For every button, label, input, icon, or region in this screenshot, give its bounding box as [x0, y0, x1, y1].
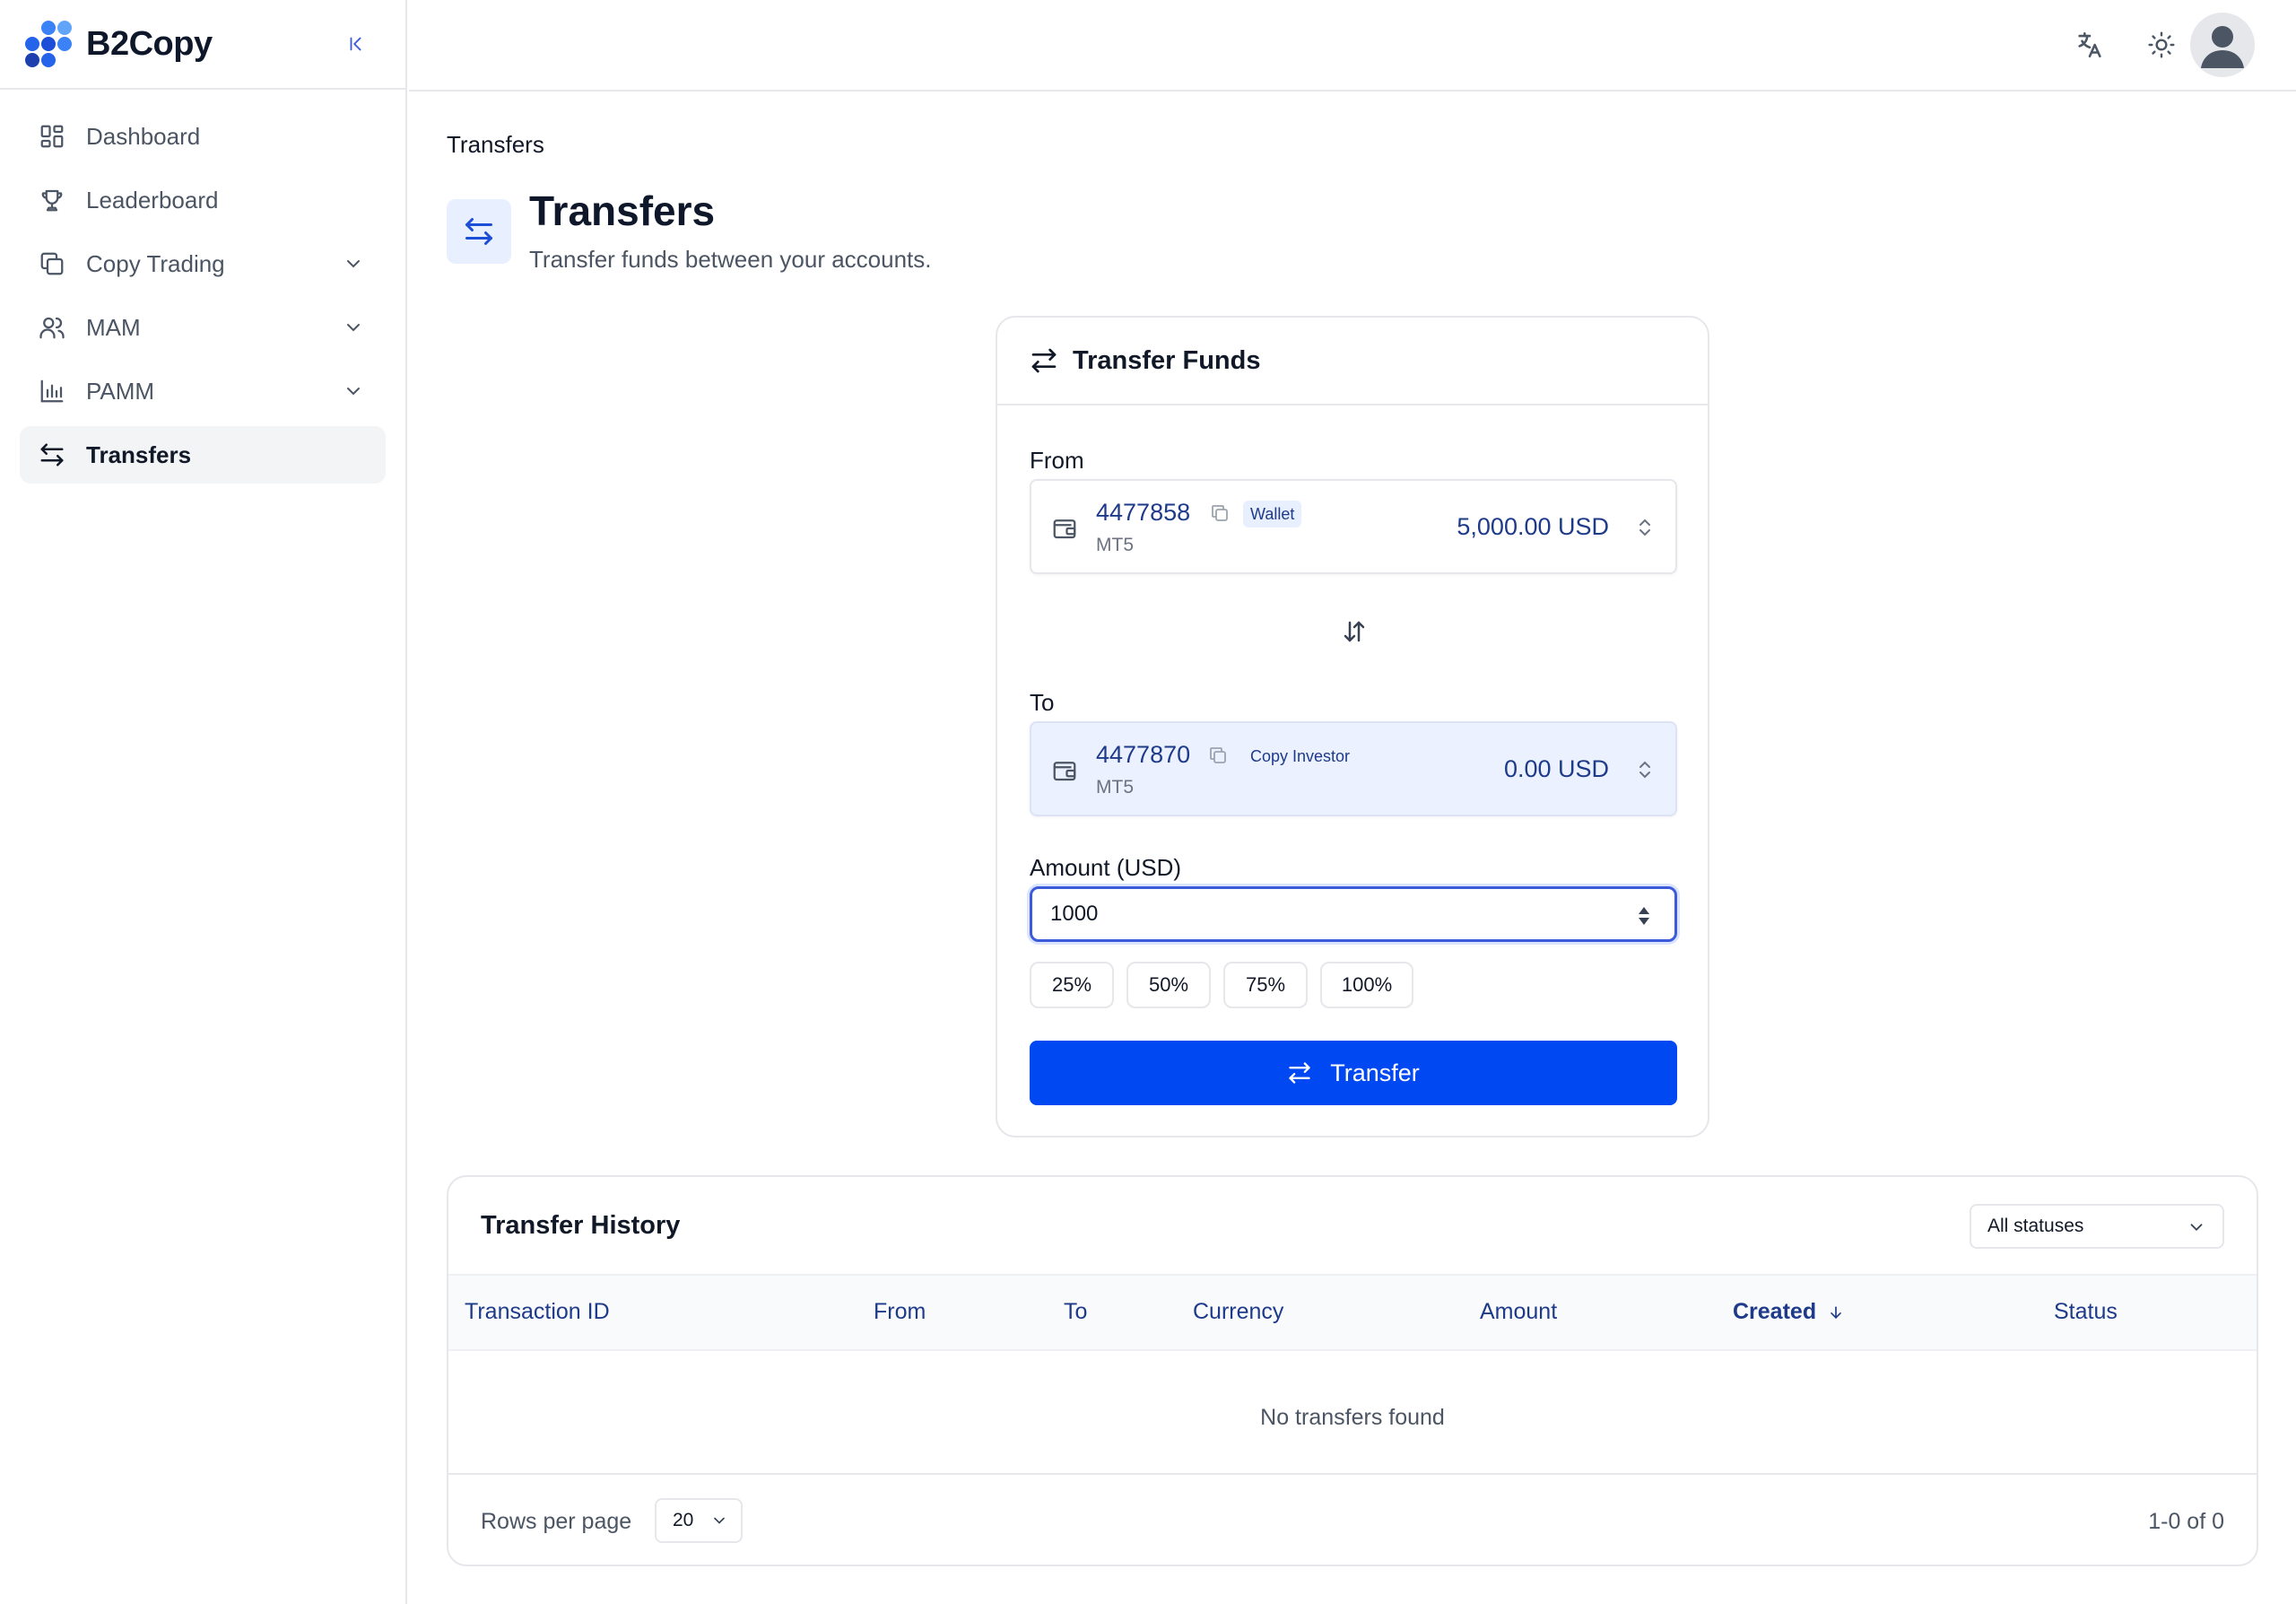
swap-vertical-icon: [1344, 621, 1365, 642]
from-label: From: [1030, 447, 1084, 474]
amount-input[interactable]: [1030, 886, 1677, 942]
to-account-balance: 0.00 USD: [1503, 755, 1609, 782]
sidebar-item-copy-trading[interactable]: Copy Trading: [20, 235, 386, 292]
number-stepper-icon[interactable]: [1634, 904, 1654, 928]
column-currency[interactable]: Currency: [1193, 1299, 1283, 1325]
sidebar-item-pamm[interactable]: PAMM: [20, 362, 386, 420]
trophy-icon: [38, 186, 66, 214]
rows-per-page-value: 20: [673, 1510, 694, 1530]
transfer-icon: [1031, 348, 1057, 373]
breadcrumb: Transfers: [447, 131, 544, 158]
brand-name: B2Copy: [86, 24, 213, 63]
chevron-down-icon: [347, 260, 360, 268]
from-account-select[interactable]: 4477858 Wallet MT5 5,000.00 USD: [1030, 479, 1677, 574]
account-type-badge: Copy Investor: [1250, 747, 1351, 765]
sidebar-item-mam[interactable]: MAM: [20, 299, 386, 356]
collapse-icon: [350, 37, 361, 51]
brand-logo: [25, 21, 72, 67]
copy-account-icon[interactable]: [1209, 502, 1231, 524]
from-account-balance: 5,000.00 USD: [1457, 513, 1609, 540]
copy-icon: [38, 249, 66, 278]
avatar[interactable]: [2190, 13, 2255, 77]
column-from[interactable]: From: [874, 1299, 926, 1325]
theme-toggle-button[interactable]: [2144, 27, 2179, 63]
brand: B2Copy: [0, 0, 405, 90]
table-header: Transaction ID From To Currency Amount C…: [448, 1274, 2257, 1351]
transfer-submit-button[interactable]: Transfer: [1030, 1041, 1677, 1105]
sidebar-item-dashboard[interactable]: Dashboard: [20, 108, 386, 165]
wallet-icon: [1053, 519, 1076, 539]
percent-75-button[interactable]: 75%: [1223, 962, 1308, 1008]
table-footer: Rows per page 20 1-0 of 0: [448, 1473, 2257, 1565]
to-account-platform: MT5: [1096, 777, 1134, 798]
amount-label: Amount (USD): [1030, 854, 1182, 881]
column-to[interactable]: To: [1064, 1299, 1087, 1325]
empty-state-text: No transfers found: [1260, 1405, 1445, 1430]
transfer-funds-card: Transfer Funds From 4477858 Wallet MT5 5…: [996, 316, 1709, 1138]
to-account-number: 4477870: [1096, 741, 1191, 768]
arrows-exchange-icon: [465, 218, 492, 245]
sidebar-item-label: Leaderboard: [86, 186, 219, 214]
dashboard-icon: [38, 122, 66, 151]
sun-icon: [2148, 31, 2175, 58]
collapse-sidebar-button[interactable]: [343, 31, 370, 57]
card-header: Transfer Funds: [997, 318, 1708, 405]
chevron-down-icon: [714, 1517, 725, 1524]
column-created[interactable]: Created: [1733, 1299, 1845, 1325]
sort-down-icon: [1831, 1305, 1841, 1319]
language-button[interactable]: [2072, 27, 2108, 63]
percent-100-button[interactable]: 100%: [1320, 962, 1413, 1008]
sidebar-nav: Dashboard Leaderboard Copy Trading MAM P…: [0, 90, 405, 484]
sidebar-item-label: MAM: [86, 313, 141, 341]
wallet-icon: [1053, 762, 1076, 781]
rows-per-page-select[interactable]: 20: [655, 1498, 743, 1543]
column-created-label: Created: [1733, 1299, 1817, 1324]
sidebar-item-label: Dashboard: [86, 122, 201, 150]
page-subtitle: Transfer funds between your accounts.: [529, 246, 932, 273]
percent-50-button[interactable]: 50%: [1126, 962, 1211, 1008]
account-type-badge: Wallet: [1243, 501, 1302, 527]
page-title: Transfers: [529, 187, 716, 234]
column-transaction-id[interactable]: Transaction ID: [465, 1299, 610, 1325]
translate-icon: [2078, 31, 2101, 58]
from-account-platform: MT5: [1096, 535, 1134, 555]
card-title: Transfer Funds: [1073, 345, 1261, 375]
column-status[interactable]: Status: [2054, 1299, 2118, 1325]
to-label: To: [1030, 689, 1055, 716]
bar-chart-icon: [38, 377, 66, 405]
page-icon: [447, 199, 511, 264]
chevron-up-down-icon: [1639, 761, 1650, 779]
topbar: [409, 0, 2296, 92]
chevron-down-icon: [2190, 1224, 2203, 1232]
sidebar-item-label: Copy Trading: [86, 249, 225, 277]
rows-per-page-label: Rows per page: [481, 1509, 632, 1534]
pagination-info: 1-0 of 0: [2148, 1509, 2224, 1534]
chevron-down-icon: [347, 388, 360, 396]
users-icon: [38, 313, 66, 342]
sidebar: B2Copy Dashboard Leaderboard Copy Tradin…: [0, 0, 407, 1604]
user-avatar-icon: [2201, 26, 2244, 68]
sidebar-item-transfers[interactable]: Transfers: [20, 426, 386, 484]
transfer-button-label: Transfer: [1330, 1059, 1420, 1086]
arrows-exchange-icon: [38, 440, 66, 469]
sidebar-item-label: PAMM: [86, 377, 155, 405]
chevron-down-icon: [347, 324, 360, 332]
transfer-icon: [1289, 1062, 1310, 1084]
transfer-history-card: Transfer History All statuses Transactio…: [447, 1175, 2258, 1566]
status-filter-value: All statuses: [1987, 1216, 2084, 1236]
copy-account-icon[interactable]: [1207, 745, 1229, 766]
swap-accounts-button[interactable]: [1336, 614, 1372, 649]
column-amount[interactable]: Amount: [1480, 1299, 1557, 1325]
from-account-number: 4477858: [1096, 499, 1191, 526]
percent-25-button[interactable]: 25%: [1030, 962, 1114, 1008]
sidebar-item-label: Transfers: [86, 440, 192, 468]
sidebar-item-leaderboard[interactable]: Leaderboard: [20, 171, 386, 229]
to-account-select[interactable]: 4477870 Copy Investor MT5 0.00 USD: [1030, 721, 1677, 816]
chevron-up-down-icon: [1639, 519, 1650, 536]
status-filter-select[interactable]: All statuses: [1970, 1204, 2224, 1249]
history-title: Transfer History: [481, 1211, 681, 1240]
